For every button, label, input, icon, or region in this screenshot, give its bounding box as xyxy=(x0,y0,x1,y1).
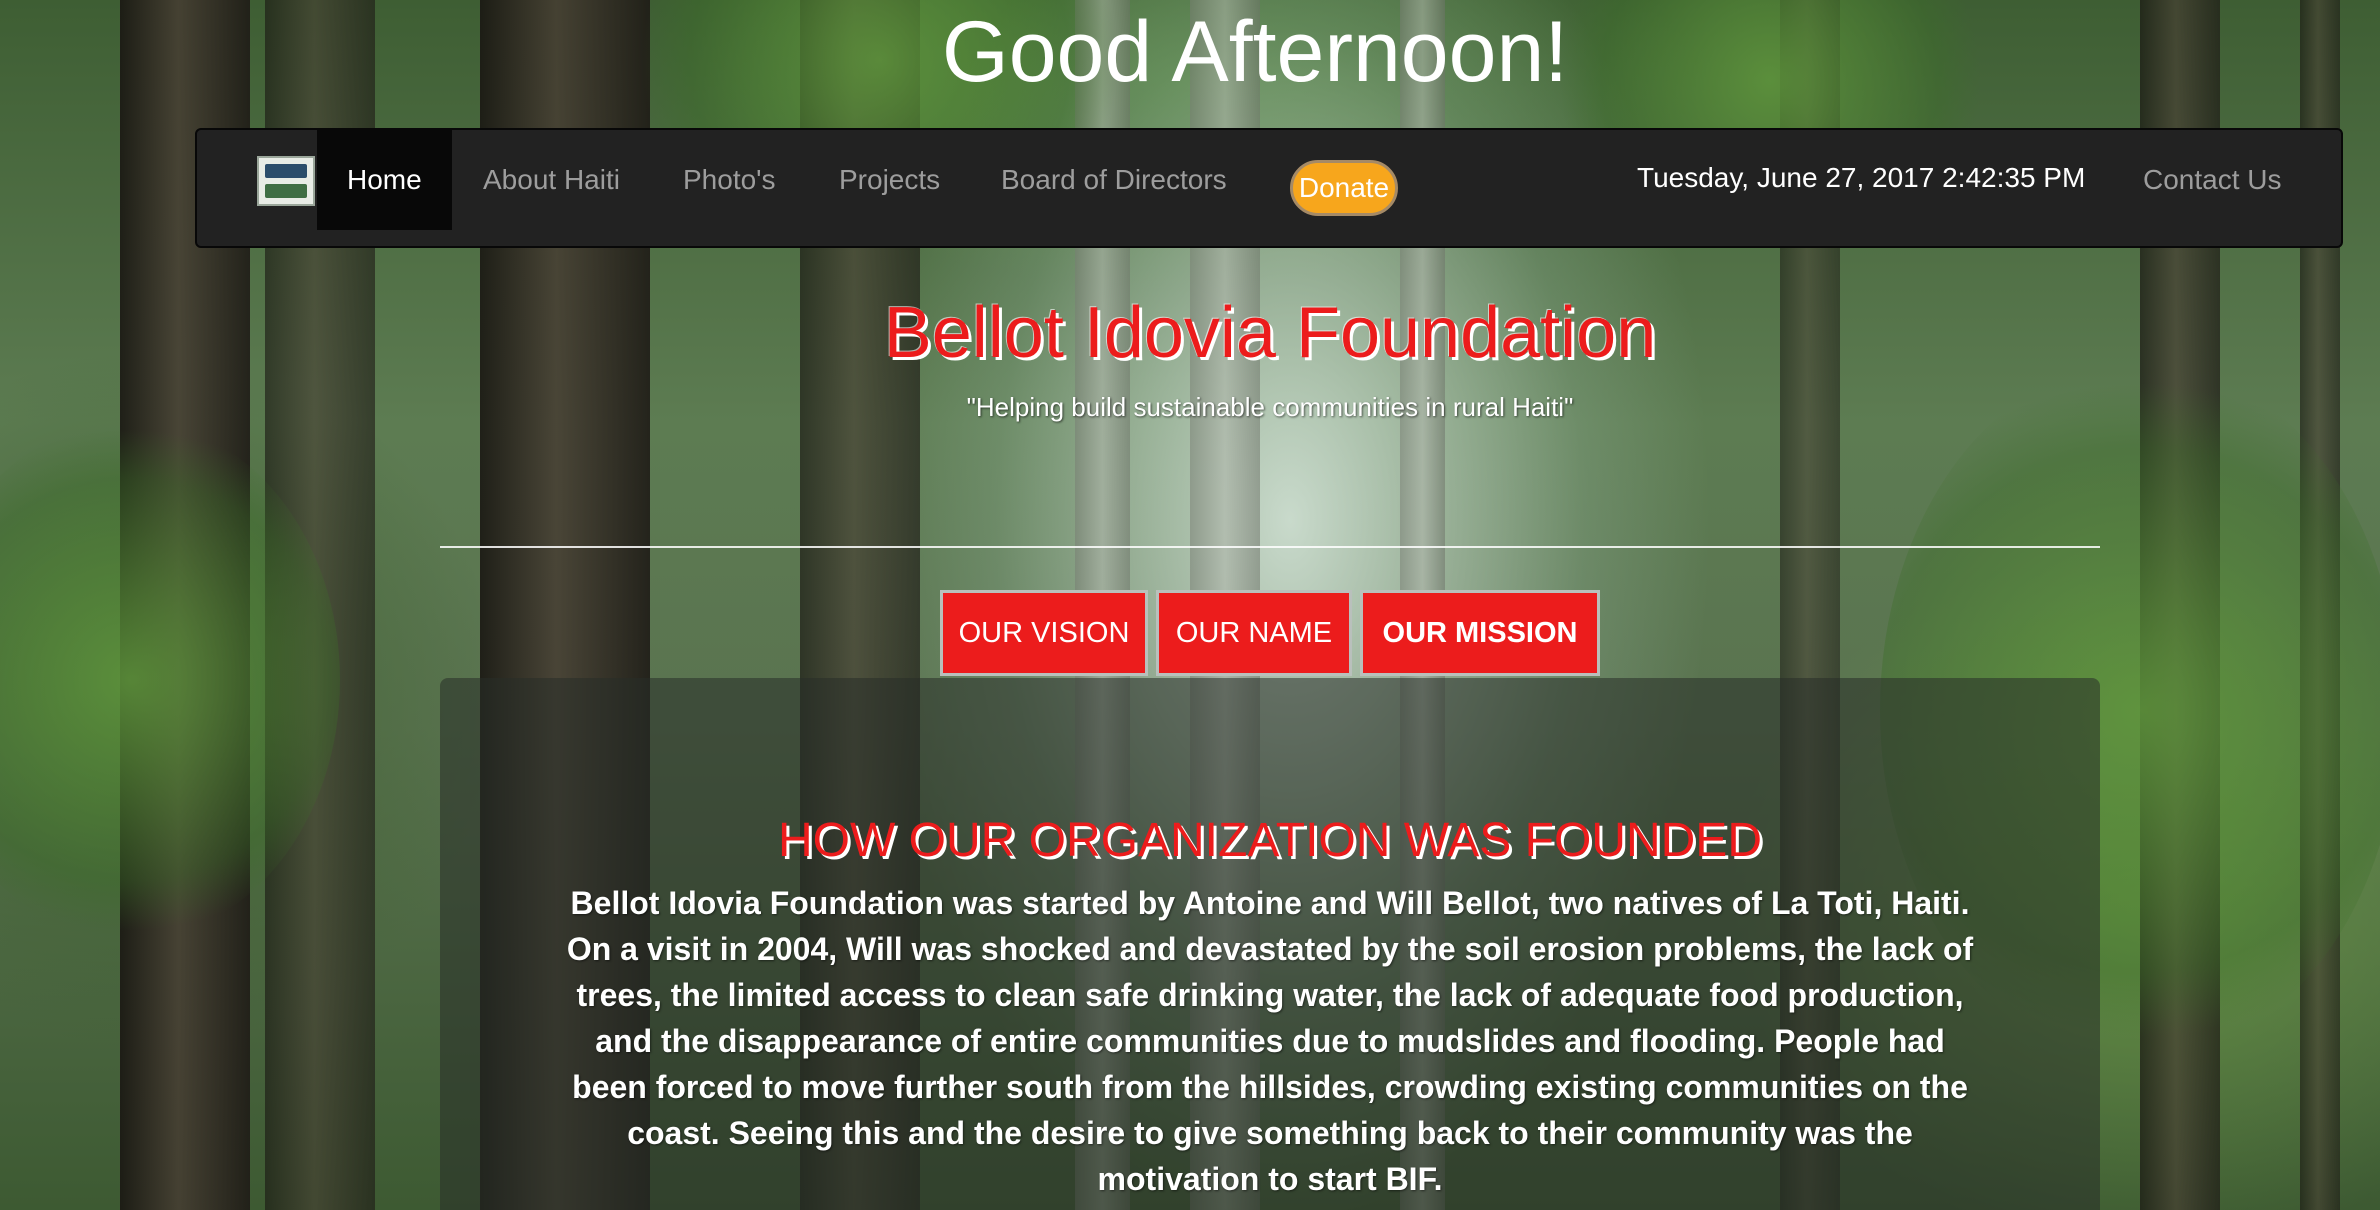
greeting-heading: Good Afternoon! xyxy=(941,4,1569,100)
content-body-text: Bellot Idovia Foundation was started by … xyxy=(566,885,1974,1197)
tab-our-name[interactable]: OUR NAME xyxy=(1156,590,1352,676)
nav-home-link[interactable]: Home xyxy=(317,130,452,230)
navbar: Home About Haiti Photo's Projects Board … xyxy=(195,128,2343,248)
tab-our-mission[interactable]: OUR MISSION xyxy=(1360,590,1600,676)
foundation-tagline: "Helping build sustainable communities i… xyxy=(966,392,1574,422)
content-heading: HOW OUR ORGANIZATION WAS FOUNDED xyxy=(778,814,1762,867)
tab-our-vision[interactable]: OUR VISION xyxy=(940,590,1148,676)
nav-projects-link[interactable]: Projects xyxy=(839,130,940,230)
brand-logo[interactable] xyxy=(257,156,315,206)
nav-about-haiti-link[interactable]: About Haiti xyxy=(483,130,620,230)
donate-button[interactable]: Donate xyxy=(1290,160,1398,216)
current-datetime: Tuesday, June 27, 2017 2:42:35 PM xyxy=(1637,162,2086,193)
nav-board-of-directors-link[interactable]: Board of Directors xyxy=(1001,130,1227,230)
section-divider xyxy=(440,546,2100,548)
foundation-title: Bellot Idovia Foundation xyxy=(883,293,1657,373)
nav-photos-link[interactable]: Photo's xyxy=(683,130,776,230)
nav-contact-us-link[interactable]: Contact Us xyxy=(2143,130,2282,230)
